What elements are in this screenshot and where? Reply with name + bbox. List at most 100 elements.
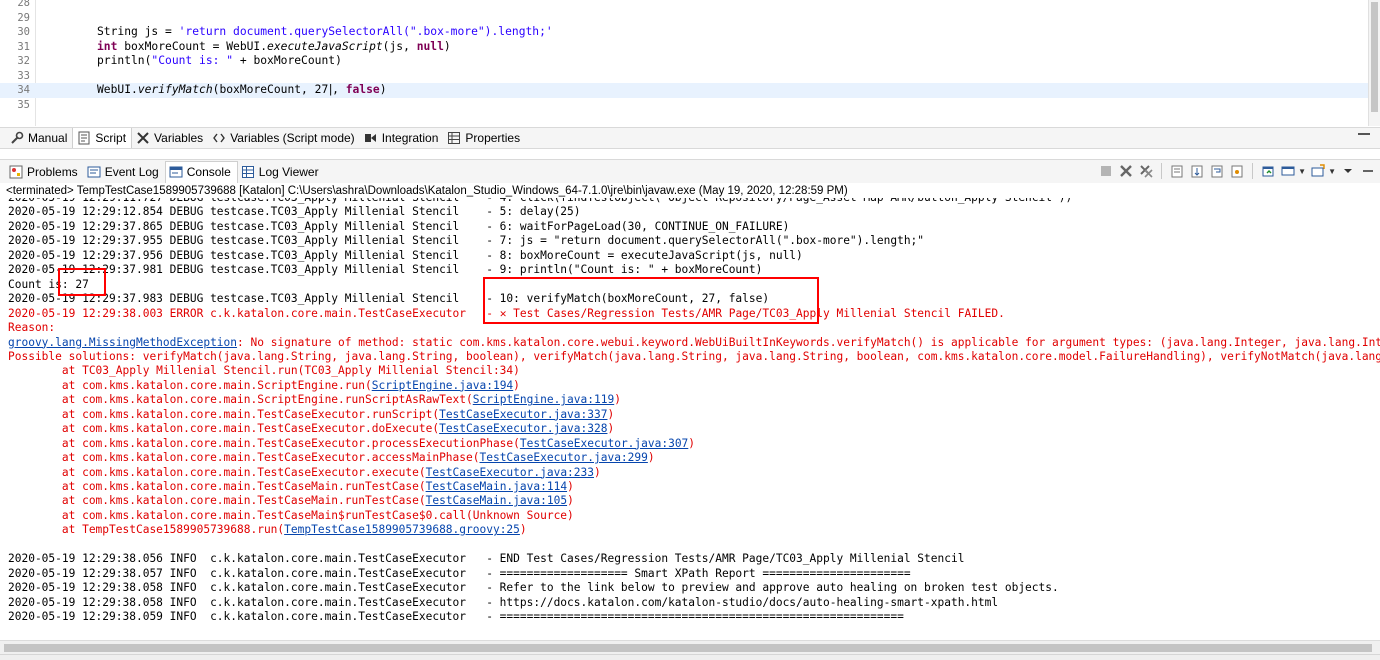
- code-text: int boxMoreCount = WebUI.executeJavaScri…: [97, 40, 451, 55]
- console-text: ): [513, 378, 520, 392]
- code-token: String js =: [97, 25, 179, 38]
- clear-console-icon[interactable]: [1169, 163, 1185, 179]
- code-token: int: [97, 39, 118, 53]
- console-text: 2020-05-19 12:29:38.057 INFO c.k.katalon…: [8, 566, 911, 580]
- view-menu-icon[interactable]: [1340, 163, 1356, 179]
- console-text: ): [519, 523, 527, 537]
- code-line[interactable]: 34 WebUI.verifyMatch(boxMoreCount, 27|, f…: [0, 83, 1380, 98]
- pin-console-icon[interactable]: [1260, 163, 1276, 179]
- problems-icon: [9, 165, 23, 179]
- stack-trace-link[interactable]: TestCaseExecutor.java:337: [439, 408, 607, 421]
- code-token: boxMoreCount = WebUI.: [117, 39, 268, 53]
- editor-scroll-thumb[interactable]: [1371, 2, 1378, 112]
- variables-icon: [136, 131, 150, 145]
- line-number: 29: [17, 11, 30, 24]
- console-line: 2020-05-19 12:29:11.727 DEBUG testcase.T…: [8, 198, 1072, 205]
- log-viewer-icon: [241, 165, 255, 179]
- tab-properties[interactable]: Properties: [443, 128, 525, 148]
- console-text: ): [567, 480, 574, 493]
- code-line[interactable]: 28: [0, 0, 1380, 11]
- code-line[interactable]: 29: [0, 11, 1380, 26]
- console-text: 2020-05-19 12:29:37.956 DEBUG testcase.T…: [8, 248, 803, 262]
- stack-trace-link[interactable]: ScriptEngine.java:119: [473, 393, 614, 406]
- tab-console-label: Console: [186, 165, 231, 179]
- chevron-down-icon[interactable]: ▼: [1328, 167, 1336, 176]
- stack-trace-link[interactable]: TestCaseExecutor.java:328: [439, 422, 607, 435]
- line-number: 32: [17, 55, 30, 67]
- console-text: ): [607, 407, 615, 421]
- console-line: 2020-05-19 12:29:38.056 INFO c.k.katalon…: [8, 552, 964, 566]
- remove-launch-icon[interactable]: [1118, 163, 1134, 179]
- console-line: 2020-05-19 12:29:38.059 INFO c.k.katalon…: [8, 610, 904, 624]
- console-line: 2020-05-19 12:29:38.058 INFO c.k.katalon…: [8, 581, 1059, 595]
- tab-variables-script-mode[interactable]: Variables (Script mode): [208, 128, 360, 148]
- tab-event-log[interactable]: Event Log: [84, 161, 165, 183]
- code-line[interactable]: 32 println("Count is: " + boxMoreCount): [0, 54, 1380, 69]
- tab-script-label: Script: [95, 131, 127, 145]
- console-scroll-thumb[interactable]: [4, 644, 1372, 652]
- console-line: 2020-05-19 12:29:37.955 DEBUG testcase.T…: [8, 234, 924, 248]
- console-text: at com.kms.katalon.core.main.TestCaseExe…: [8, 407, 440, 421]
- console-line: 2020-05-19 12:29:38.057 INFO c.k.katalon…: [8, 567, 911, 581]
- console-text: ): [647, 451, 655, 465]
- console-horizontal-scrollbar[interactable]: [0, 640, 1380, 654]
- stack-trace-link[interactable]: ScriptEngine.java:194: [372, 379, 513, 392]
- code-token: ): [443, 39, 451, 53]
- console-output[interactable]: 2020-05-19 12:29:11.727 DEBUG testcase.T…: [0, 198, 1380, 636]
- tab-manual[interactable]: Manual: [6, 128, 72, 148]
- console-icon: [169, 165, 183, 179]
- console-line: 2020-05-19 12:29:38.058 INFO c.k.katalon…: [8, 596, 998, 610]
- display-console-icon[interactable]: [1280, 163, 1296, 179]
- console-text: Possible solutions: verifyMatch(java.lan…: [8, 349, 1380, 363]
- tab-log-viewer[interactable]: Log Viewer: [238, 161, 325, 183]
- editor-vertical-scrollbar[interactable]: [1368, 0, 1380, 126]
- tab-script[interactable]: Script: [72, 128, 133, 148]
- code-token: "Count is: ": [151, 54, 234, 67]
- editor-tabs-bar: Manual Script Variables Variables (Scrip…: [0, 127, 1380, 149]
- console-text: at com.kms.katalon.core.main.TestCaseExe…: [8, 451, 480, 465]
- tab-problems[interactable]: Problems: [6, 161, 84, 183]
- console-line: Possible solutions: verifyMatch(java.lan…: [8, 350, 1380, 364]
- minimize-icon[interactable]: [1358, 133, 1370, 135]
- remove-all-terminated-icon[interactable]: [1138, 163, 1154, 179]
- console-line: 2020-05-19 12:29:37.981 DEBUG testcase.T…: [8, 263, 762, 277]
- stack-trace-link[interactable]: TempTestCase1589905739688.groovy:25: [284, 523, 520, 536]
- stack-trace-link[interactable]: TestCaseExecutor.java:233: [426, 466, 594, 479]
- open-console-icon[interactable]: [1310, 163, 1326, 179]
- stack-trace-link[interactable]: TestCaseExecutor.java:299: [479, 451, 647, 464]
- code-line[interactable]: 30 String js = 'return document.querySele…: [0, 25, 1380, 40]
- line-number: 30: [17, 26, 30, 38]
- highlight-verify-match-failure: [483, 277, 819, 324]
- tab-variables-script-mode-label: Variables (Script mode): [230, 131, 355, 145]
- exception-link[interactable]: groovy.lang.MissingMethodException: [8, 336, 237, 349]
- stack-trace-link[interactable]: TestCaseMain.java:105: [426, 494, 567, 507]
- console-text: at com.kms.katalon.core.main.TestCaseMai…: [8, 480, 426, 493]
- code-line[interactable]: 35: [0, 98, 1380, 113]
- tab-console[interactable]: Console: [164, 160, 238, 183]
- show-on-output-icon[interactable]: [1229, 163, 1245, 179]
- console-line: at com.kms.katalon.core.main.TestCaseMai…: [8, 509, 574, 523]
- stack-trace-link[interactable]: TestCaseExecutor.java:307: [520, 437, 688, 450]
- word-wrap-icon[interactable]: [1209, 163, 1225, 179]
- console-text: at com.kms.katalon.core.main.TestCaseMai…: [8, 508, 574, 522]
- console-text: 2020-05-19 12:29:38.058 INFO c.k.katalon…: [8, 595, 999, 609]
- stack-trace-link[interactable]: TestCaseMain.java:114: [426, 480, 567, 493]
- console-line: groovy.lang.MissingMethodException: No s…: [8, 336, 1380, 350]
- code-line[interactable]: 33: [0, 69, 1380, 84]
- console-line: at com.kms.katalon.core.main.TestCaseExe…: [8, 408, 614, 422]
- console-line: at com.kms.katalon.core.main.TestCaseMai…: [8, 480, 574, 494]
- line-number: 35: [17, 98, 30, 111]
- console-text: Reason:: [8, 321, 56, 335]
- script-editor[interactable]: 28 29 30 String js = 'return document.query…: [0, 0, 1380, 126]
- minimize-panel-icon[interactable]: [1360, 163, 1376, 179]
- integration-icon: [364, 131, 378, 145]
- line-number: 31: [17, 40, 30, 53]
- code-line[interactable]: 31 int boxMoreCount = WebUI.executeJavaSc…: [0, 40, 1380, 55]
- tab-integration[interactable]: Integration: [360, 128, 444, 148]
- console-text: 2020-05-19 12:29:37.981 DEBUG testcase.T…: [8, 263, 763, 277]
- tab-variables[interactable]: Variables: [132, 128, 208, 148]
- console-text: 2020-05-19 12:29:38.056 INFO c.k.katalon…: [8, 552, 965, 566]
- scroll-lock-icon[interactable]: [1189, 163, 1205, 179]
- chevron-down-icon[interactable]: ▼: [1298, 167, 1306, 176]
- stop-icon[interactable]: [1098, 163, 1114, 179]
